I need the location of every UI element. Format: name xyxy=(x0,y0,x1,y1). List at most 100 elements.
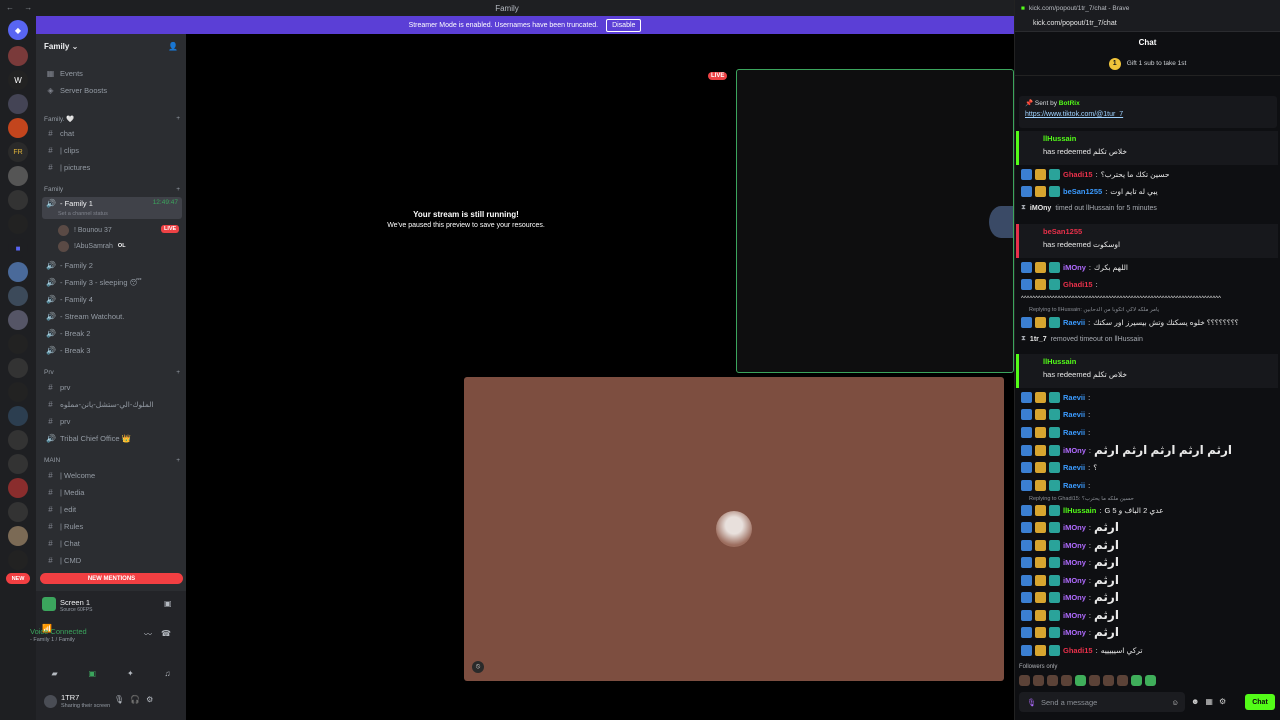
server-icon[interactable] xyxy=(8,286,28,306)
channel-chat[interactable]: # chat xyxy=(42,126,182,140)
emoji-icon[interactable]: ☺ xyxy=(1171,698,1179,707)
nav-arrows-icon[interactable]: ← → xyxy=(6,3,36,12)
channel-status[interactable]: Set a channel status xyxy=(58,211,108,217)
channel-clips[interactable]: # | clips xyxy=(42,143,182,157)
gift-icon[interactable]: ▦ xyxy=(1205,697,1219,706)
screen-settings-icon[interactable]: ▣ xyxy=(164,599,172,608)
chat-username[interactable]: 1tr_7 xyxy=(1030,336,1047,343)
headphones-icon[interactable]: 🎧 xyxy=(130,695,146,704)
server-icon[interactable] xyxy=(8,406,28,426)
add-channel-icon[interactable]: + xyxy=(176,186,180,196)
server-icon[interactable]: W xyxy=(8,70,28,90)
mic-icon[interactable]: 🎙 xyxy=(114,695,130,704)
emote-picker-icon[interactable]: ☻ xyxy=(1191,697,1205,706)
server-icon[interactable] xyxy=(8,502,28,522)
gear-icon[interactable]: ⚙ xyxy=(1219,697,1232,706)
new-mentions-button[interactable]: NEW MENTIONS xyxy=(40,573,183,584)
chat-username[interactable]: iMOny xyxy=(1063,263,1086,272)
mute-icon[interactable]: ⦸ xyxy=(472,661,484,673)
emote-icon[interactable] xyxy=(1047,675,1058,686)
chat-username[interactable]: Raevii xyxy=(1063,481,1085,490)
chat-username[interactable]: iMOny xyxy=(1063,446,1086,455)
chat-username[interactable]: iMOny xyxy=(1030,205,1051,212)
category-family[interactable]: Family + xyxy=(44,186,180,196)
server-icon[interactable] xyxy=(8,334,28,354)
channel-edit[interactable]: # | edit xyxy=(42,502,182,516)
server-icon[interactable]: FR xyxy=(8,142,28,162)
server-icon[interactable] xyxy=(8,550,28,570)
emote-icon[interactable] xyxy=(1103,675,1114,686)
pinned-link[interactable]: https://www.tiktok.com/@1tur_7 xyxy=(1025,111,1271,118)
server-icon[interactable] xyxy=(8,478,28,498)
guild-header[interactable]: Family ⌄ 👤 xyxy=(36,34,186,58)
channel-pictures[interactable]: # | pictures xyxy=(42,160,182,174)
channel-media[interactable]: # | Media xyxy=(42,485,182,499)
chat-username[interactable]: iMOny xyxy=(1063,523,1086,532)
chat-username[interactable]: Raevii xyxy=(1063,318,1085,327)
user-video-tile[interactable]: ⦸ xyxy=(464,377,1004,681)
activities-icon[interactable]: ✦ xyxy=(127,669,134,678)
chat-username[interactable]: beSan1255 xyxy=(1043,227,1254,236)
server-boosts-link[interactable]: ◈ Server Boosts xyxy=(42,83,182,97)
channel-welcome[interactable]: # | Welcome xyxy=(42,468,182,482)
emote-icon[interactable] xyxy=(1061,675,1072,686)
add-friend-icon[interactable]: 👤 xyxy=(168,42,178,51)
add-channel-icon[interactable]: + xyxy=(176,457,180,467)
folder-icon[interactable]: ■ xyxy=(8,238,28,258)
gear-icon[interactable]: ⚙ xyxy=(146,695,159,704)
chat-username[interactable]: beSan1255 xyxy=(1063,187,1102,196)
mic-icon[interactable]: 🎙 xyxy=(1027,698,1037,707)
server-icon[interactable] xyxy=(8,46,28,66)
voice-channel-family-3[interactable]: 🔊 - Family 3 - sleeping 😴 xyxy=(42,275,182,289)
emote-icon[interactable] xyxy=(1075,675,1086,686)
chat-username[interactable]: Ghadi15 xyxy=(1063,280,1093,289)
voice-channel-break-2[interactable]: 🔊 - Break 2 xyxy=(42,326,182,340)
chat-username[interactable]: iMOny xyxy=(1063,593,1086,602)
voice-connected-title[interactable]: Voice Connected xyxy=(30,627,87,636)
chat-send-button[interactable]: Chat xyxy=(1245,694,1275,710)
chat-username[interactable]: iMOny xyxy=(1063,611,1086,620)
emote-icon[interactable] xyxy=(1131,675,1142,686)
soundboard-icon[interactable]: ♫ xyxy=(165,669,171,678)
voice-channel-family-4[interactable]: 🔊 - Family 4 xyxy=(42,292,182,306)
server-icon[interactable] xyxy=(8,382,28,402)
pinned-message[interactable]: 📌 Sent by BotRix https://www.tiktok.com/… xyxy=(1019,96,1277,128)
emote-icon[interactable] xyxy=(1145,675,1156,686)
chat-username[interactable]: Ghadi15 xyxy=(1063,170,1093,179)
discord-home-icon[interactable]: ◆ xyxy=(8,20,28,40)
server-icon[interactable] xyxy=(8,454,28,474)
chat-username[interactable]: iMOny xyxy=(1063,576,1086,585)
server-icon[interactable] xyxy=(8,310,28,330)
category-main[interactable]: MAIN + xyxy=(44,457,180,467)
chat-username[interactable]: Raevii xyxy=(1063,393,1085,402)
server-icon[interactable] xyxy=(8,166,28,186)
chat-username[interactable]: iMOny xyxy=(1063,541,1086,550)
new-pill[interactable]: NEW xyxy=(6,573,30,584)
emote-icon[interactable] xyxy=(1033,675,1044,686)
address-bar[interactable]: kick.com/popout/1tr_7/chat xyxy=(1015,16,1280,32)
chat-username[interactable]: llHussain xyxy=(1043,134,1254,143)
send-message-input[interactable]: 🎙 Send a message ☺ xyxy=(1019,692,1185,712)
avatar[interactable] xyxy=(44,695,57,708)
server-icon[interactable] xyxy=(8,118,28,138)
events-link[interactable]: ▦ Events xyxy=(42,66,182,80)
server-icon[interactable] xyxy=(8,358,28,378)
chat-username[interactable]: iMOny xyxy=(1063,628,1086,637)
disable-button[interactable]: Disable xyxy=(606,18,642,32)
emote-icon[interactable] xyxy=(1089,675,1100,686)
emote-icon[interactable] xyxy=(1019,675,1030,686)
add-channel-icon[interactable]: + xyxy=(176,115,180,125)
chat-username[interactable]: Raevii xyxy=(1063,463,1085,472)
server-icon[interactable] xyxy=(8,94,28,114)
channel-prv[interactable]: # prv xyxy=(42,380,182,394)
gift-sub-banner[interactable]: 1 Gift 1 sub to take 1st xyxy=(1015,52,1280,76)
chat-username[interactable]: Ghadi15 xyxy=(1063,646,1093,655)
channel-chat-main[interactable]: # | Chat xyxy=(42,536,182,550)
voice-channel-break-3[interactable]: 🔊 - Break 3 xyxy=(42,343,182,357)
camera-off-icon[interactable]: ▰ xyxy=(51,669,57,678)
emote-icon[interactable] xyxy=(1117,675,1128,686)
channel-rules[interactable]: # | Rules xyxy=(42,519,182,533)
channel-tribal-chief-office[interactable]: 🔊 Tribal Chief Office 👑 xyxy=(42,431,182,445)
add-channel-icon[interactable]: + xyxy=(176,369,180,379)
noise-icon[interactable]: 〰 xyxy=(144,629,152,640)
